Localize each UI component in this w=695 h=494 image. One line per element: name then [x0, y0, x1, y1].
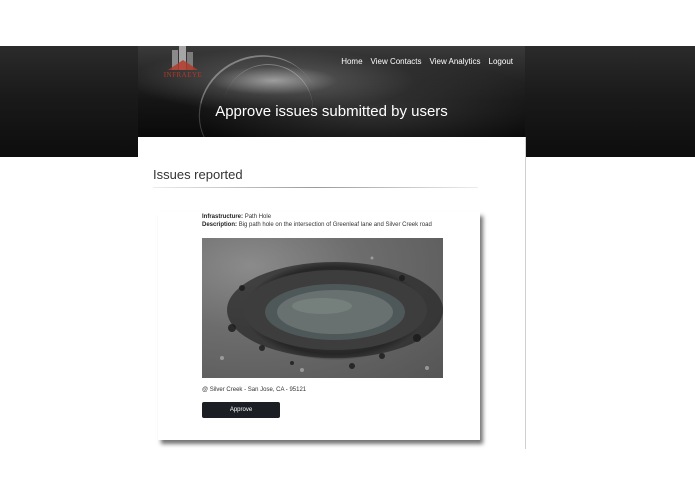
issue-card: Infrastructure: Path Hole Description: B…: [158, 212, 480, 440]
approve-button[interactable]: Approve: [202, 402, 280, 418]
page-title: Approve issues submitted by users: [215, 103, 448, 120]
section-divider: [153, 187, 478, 188]
pothole-image: [220, 256, 443, 372]
description-field: Description: Big path hole on the inters…: [202, 222, 432, 228]
infrastructure-value: Path Hole: [244, 214, 272, 220]
nav-view-analytics[interactable]: View Analytics: [430, 57, 481, 66]
top-nav: Home View Contacts View Analytics Logout: [341, 57, 513, 66]
logo-text: INFRAEYE: [163, 71, 203, 79]
pothole-photo: [202, 238, 443, 378]
section-title: Issues reported: [153, 167, 243, 182]
nav-home[interactable]: Home: [341, 57, 362, 66]
header-hero: INFRAEYE Home View Contacts View Analyti…: [138, 46, 525, 137]
main-content: Issues reported Infrastructure: Path Hol…: [138, 137, 526, 449]
nav-logout[interactable]: Logout: [489, 57, 513, 66]
nav-view-contacts[interactable]: View Contacts: [371, 57, 422, 66]
infrastructure-field: Infrastructure: Path Hole: [202, 214, 271, 220]
description-value: Big path hole on the intersection of Gre…: [238, 222, 432, 228]
infrastructure-label: Infrastructure:: [202, 214, 244, 220]
description-label: Description:: [202, 222, 238, 228]
issue-location: @ Silver Creek - San Jose, CA - 95121: [202, 387, 307, 393]
